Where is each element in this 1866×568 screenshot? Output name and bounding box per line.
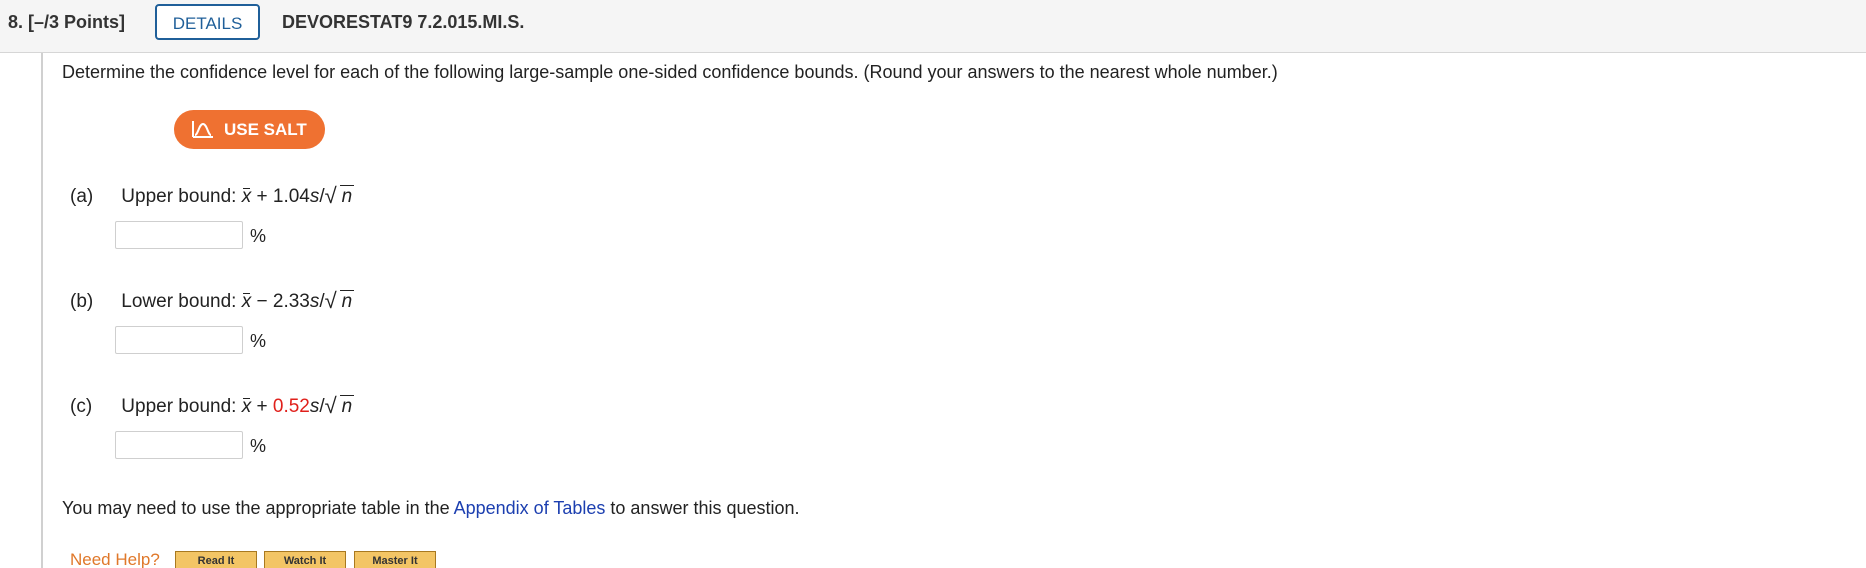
question-page: 8. [–/3 Points] DETAILS DEVORESTAT9 7.2.… xyxy=(0,0,1866,568)
read-it-button[interactable]: Read It xyxy=(175,551,257,568)
part-b-answer-input[interactable] xyxy=(115,326,243,354)
sqrt-n: √ n xyxy=(324,393,355,418)
coefficient: 1.04 xyxy=(272,186,310,207)
part-b-unit: % xyxy=(250,331,267,351)
question-number: 8. [–/3 Points] xyxy=(8,12,126,32)
coefficient-highlighted: 0.52 xyxy=(272,396,310,417)
details-button[interactable]: DETAILS xyxy=(155,4,260,40)
table-note: You may need to use the appropriate tabl… xyxy=(62,498,800,519)
part-a-answer-input[interactable] xyxy=(115,221,243,249)
n-symbol: n xyxy=(339,185,355,207)
n-symbol: n xyxy=(339,290,355,312)
part-c-answer-input[interactable] xyxy=(115,431,243,459)
left-divider xyxy=(41,53,43,568)
part-b-statement: (b) Lower bound: x − 2.33s/√ n xyxy=(70,288,355,313)
s-symbol: s xyxy=(309,396,320,417)
part-a-statement: (a) Upper bound: x + 1.04s/√ n xyxy=(70,183,355,208)
sqrt-n: √ n xyxy=(324,183,355,208)
part-c-statement: (c) Upper bound: x + 0.52s/√ n xyxy=(70,393,355,418)
bound-type: Lower bound: xyxy=(121,291,237,312)
question-prompt: Determine the confidence level for each … xyxy=(62,62,1278,82)
appendix-of-tables-link[interactable]: Appendix of Tables xyxy=(454,498,606,518)
question-header: 8. [–/3 Points] DETAILS DEVORESTAT9 7.2.… xyxy=(0,0,1866,53)
question-id: DEVORESTAT9 7.2.015.MI.S. xyxy=(282,12,525,32)
note-text-after: to answer this question. xyxy=(605,498,800,518)
operator: + xyxy=(256,396,268,417)
bound-type: Upper bound: xyxy=(121,186,237,207)
use-salt-label: USE SALT xyxy=(224,120,307,139)
operator: + xyxy=(256,186,268,207)
part-c-unit: % xyxy=(250,436,267,456)
s-symbol: s xyxy=(309,291,320,312)
operator: − xyxy=(256,291,268,312)
x-bar-symbol: x xyxy=(241,291,252,312)
need-help-label: Need Help? xyxy=(70,550,160,568)
watch-it-button[interactable]: Watch It xyxy=(264,551,346,568)
use-salt-button[interactable]: USE SALT xyxy=(174,110,325,149)
n-symbol: n xyxy=(339,395,355,417)
part-label: (b) xyxy=(70,291,94,312)
part-label: (c) xyxy=(70,396,93,417)
salt-distribution-icon xyxy=(192,121,213,138)
s-symbol: s xyxy=(309,186,320,207)
part-label: (a) xyxy=(70,186,94,207)
sqrt-n: √ n xyxy=(324,288,355,313)
bound-type: Upper bound: xyxy=(121,396,237,417)
coefficient: 2.33 xyxy=(272,291,310,312)
master-it-button[interactable]: Master It xyxy=(354,551,436,568)
x-bar-symbol: x xyxy=(241,396,252,417)
part-a-unit: % xyxy=(250,226,267,246)
x-bar-symbol: x xyxy=(241,186,252,207)
note-text-before: You may need to use the appropriate tabl… xyxy=(62,498,454,518)
